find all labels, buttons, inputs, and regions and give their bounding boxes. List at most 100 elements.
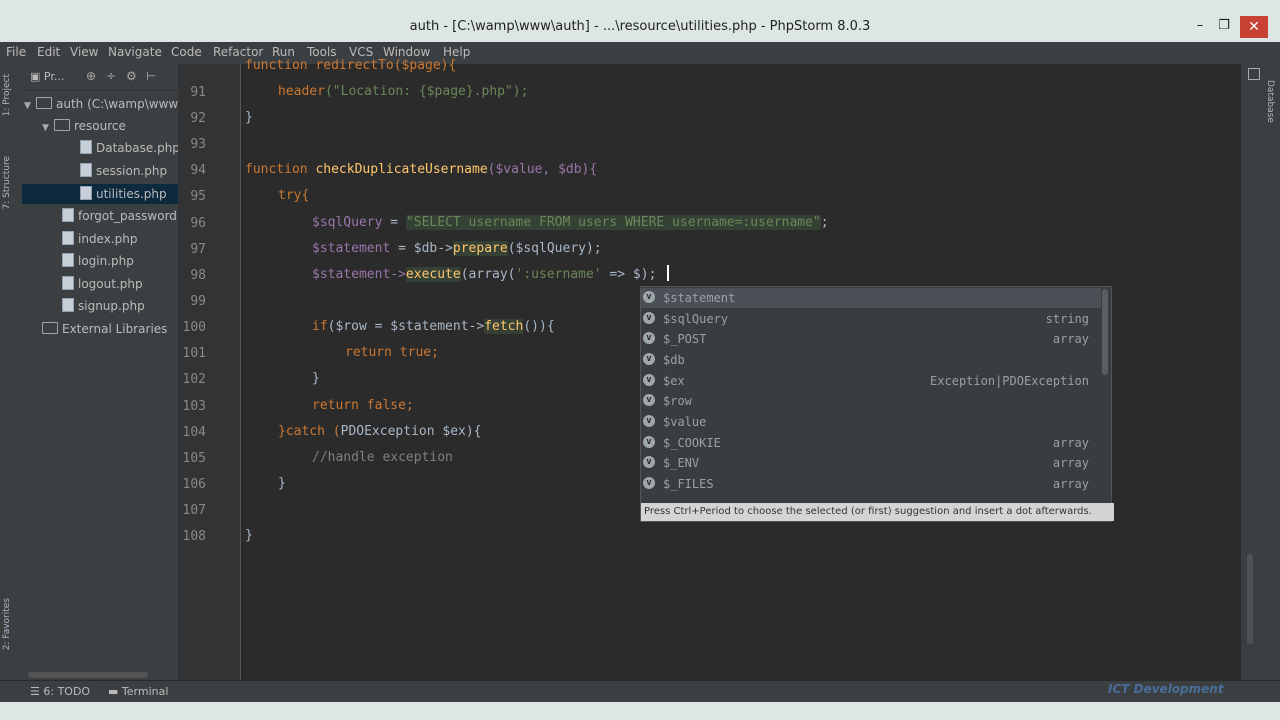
- menu-run[interactable]: Run: [272, 45, 295, 59]
- autocomplete-item-name: $db: [663, 353, 685, 367]
- variable-icon: v: [643, 374, 655, 386]
- code-string: "SELECT username FROM users WHERE userna…: [405, 215, 821, 230]
- autocomplete-item[interactable]: v $_POST array: [641, 329, 1101, 349]
- autocomplete-item[interactable]: v $_ENV array: [641, 453, 1101, 473]
- project-tool-tab[interactable]: 1: Project: [2, 74, 12, 116]
- line-number: 107: [182, 503, 206, 518]
- tree-root[interactable]: ▼ auth (C:\wamp\www\: [24, 94, 178, 114]
- code-text: }: [312, 371, 320, 386]
- menu-window[interactable]: Window: [383, 45, 430, 59]
- menu-refactor[interactable]: Refactor: [213, 45, 263, 59]
- chevron-down-icon: ▼: [24, 101, 31, 111]
- autocomplete-popup[interactable]: v $statement v $sqlQuery string v $_POST arra…: [640, 286, 1114, 522]
- tree-file-session[interactable]: session.php: [80, 161, 178, 181]
- horizontal-scrollbar[interactable]: [28, 672, 148, 678]
- locate-icon[interactable]: ⊕: [86, 69, 96, 83]
- autocomplete-item[interactable]: v $_FILES array: [641, 474, 1101, 494]
- autocomplete-item[interactable]: v $ex Exception|PDOException: [641, 371, 1101, 391]
- code-keyword: function: [245, 162, 308, 177]
- code-line-100: if($row = $statement->fetch()){: [312, 319, 555, 334]
- tree-file-database[interactable]: Database.php: [80, 138, 178, 158]
- autocomplete-item-type: Exception|PDOException: [930, 374, 1089, 388]
- tree-file-login[interactable]: login.php: [62, 251, 178, 271]
- autocomplete-scrollbar[interactable]: [1102, 289, 1108, 375]
- code-args: ($value, $db){: [487, 162, 598, 177]
- menu-view[interactable]: View: [70, 45, 98, 59]
- watermark-logo: ICT Development: [1108, 682, 1224, 696]
- line-number: 95: [190, 189, 206, 204]
- tree-file-label: utilities.php: [96, 187, 167, 201]
- menu-file[interactable]: File: [6, 45, 26, 59]
- code-text: ($row = $statement->: [327, 319, 485, 334]
- autocomplete-item-type: array: [1052, 332, 1089, 346]
- autocomplete-hint: Press Ctrl+Period to choose the selected…: [641, 503, 1114, 521]
- code-variable: $statement->: [312, 267, 406, 282]
- menu-vcs[interactable]: VCS: [349, 45, 373, 59]
- left-tool-stripe: 1: Project 7: Structure 2: Favorites: [0, 64, 23, 680]
- code-line-102: }: [312, 371, 320, 386]
- menu-tools[interactable]: Tools: [307, 45, 337, 59]
- vertical-scrollbar[interactable]: [1247, 554, 1253, 644]
- autocomplete-item[interactable]: v $db: [641, 350, 1101, 370]
- autocomplete-item[interactable]: v $sqlQuery string: [641, 309, 1101, 329]
- autocomplete-item-name: $_FILES: [663, 477, 714, 491]
- autocomplete-item-name: $row: [663, 394, 692, 408]
- structure-tool-tab[interactable]: 7: Structure: [2, 156, 12, 210]
- menu-code[interactable]: Code: [171, 45, 202, 59]
- terminal-tool-tab[interactable]: ▬ Terminal: [108, 685, 168, 698]
- expand-icon[interactable]: ÷: [106, 69, 116, 83]
- autocomplete-item-name: $value: [663, 415, 707, 429]
- right-tool-stripe: Database: [1241, 64, 1280, 680]
- menu-edit[interactable]: Edit: [37, 45, 60, 59]
- code-line-92: }: [245, 110, 253, 125]
- tree-file-label: forgot_password.: [78, 209, 178, 223]
- code-line-105: //handle exception: [312, 450, 453, 465]
- php-file-icon: [80, 140, 92, 154]
- hide-icon[interactable]: ⊢: [146, 69, 156, 83]
- tree-file-utilities[interactable]: utilities.php: [22, 184, 178, 204]
- tree-file-label: logout.php: [78, 277, 143, 291]
- todo-icon: ☰: [30, 685, 40, 698]
- folder-icon: [54, 119, 70, 131]
- chevron-down-icon: ▼: [42, 123, 49, 133]
- tree-folder-resource[interactable]: ▼ resource: [42, 116, 178, 136]
- menu-help[interactable]: Help: [443, 45, 470, 59]
- autocomplete-item[interactable]: v $row: [641, 391, 1101, 411]
- gear-icon[interactable]: ⚙: [126, 69, 137, 83]
- code-text: }: [278, 476, 286, 491]
- favorites-tool-tab[interactable]: 2: Favorites: [2, 598, 12, 650]
- line-number: 108: [182, 529, 206, 544]
- line-number: 92: [190, 111, 206, 126]
- menu-navigate[interactable]: Navigate: [108, 45, 162, 59]
- tree-folder-label: resource: [74, 119, 126, 133]
- maximize-button[interactable]: ❐: [1212, 18, 1236, 33]
- code-function: checkDuplicateUsername: [315, 162, 488, 177]
- line-number: 101: [182, 346, 206, 361]
- line-number: 97: [190, 242, 206, 257]
- tree-file-index[interactable]: index.php: [62, 229, 178, 249]
- code-line-104: }catch (PDOException $ex){: [278, 424, 482, 439]
- terminal-tab-label: Terminal: [121, 685, 169, 698]
- text-caret: [667, 265, 669, 281]
- project-view-selector[interactable]: ▣ Pr...: [30, 70, 64, 83]
- minimize-button[interactable]: –: [1188, 18, 1212, 33]
- close-button[interactable]: ✕: [1240, 16, 1268, 38]
- tree-root-label: auth (C:\wamp\www\: [56, 97, 178, 111]
- tree-external-libraries[interactable]: External Libraries: [42, 319, 178, 339]
- autocomplete-item[interactable]: v $value: [641, 412, 1101, 432]
- library-icon: [42, 322, 58, 334]
- code-text: =: [382, 215, 406, 230]
- php-file-icon: [62, 276, 74, 290]
- code-line-106: }: [278, 476, 286, 491]
- database-tool-tab[interactable]: Database: [1265, 80, 1275, 123]
- autocomplete-item[interactable]: v $_COOKIE array: [641, 433, 1101, 453]
- code-text: = $db->: [390, 241, 453, 256]
- tree-file-logout[interactable]: logout.php: [62, 274, 178, 294]
- tree-file-signup[interactable]: signup.php: [62, 296, 178, 316]
- php-file-icon: [80, 186, 92, 200]
- code-line-90: function redirectTo($page){: [245, 58, 456, 73]
- project-panel: ▣ Pr... ⊕ ÷ ⚙ ⊢ ▼ auth (C:\wamp\www\ ▼ res…: [22, 64, 179, 680]
- tree-file-forgot-password[interactable]: forgot_password.: [62, 206, 178, 226]
- autocomplete-item[interactable]: v $statement: [641, 288, 1101, 308]
- todo-tool-tab[interactable]: ☰ 6: TODO: [30, 685, 90, 698]
